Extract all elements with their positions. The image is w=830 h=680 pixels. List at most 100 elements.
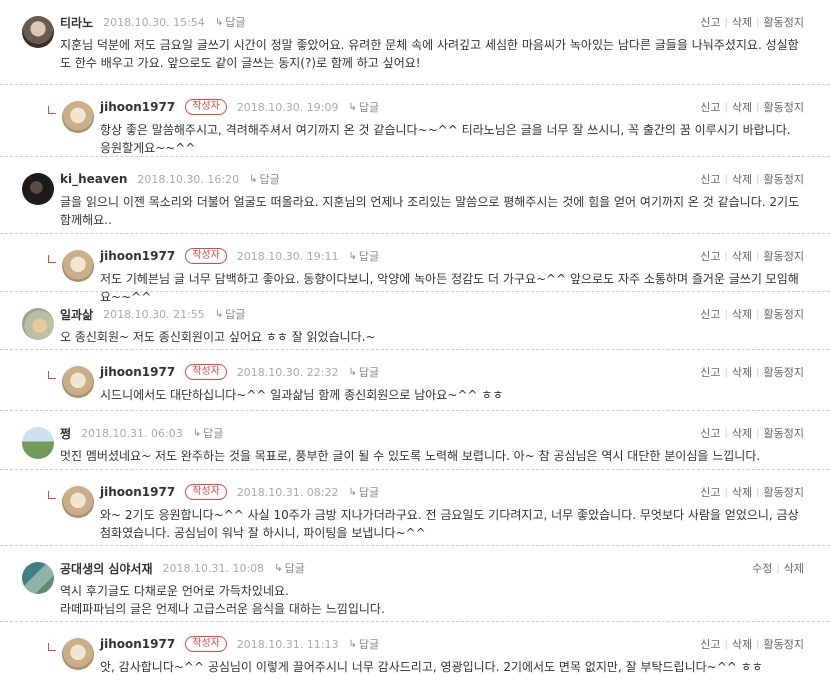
reply-button[interactable]: ↳ 답글 (349, 248, 380, 264)
comment-author[interactable]: 공대생의 심야서재 (60, 560, 153, 577)
comment-date: 2018.10.31. 06:03 (81, 426, 183, 440)
comment-actions: 수정 | 삭제 (752, 560, 804, 576)
comment-date: 2018.10.30. 19:11 (236, 249, 339, 263)
edit-link[interactable]: 수정 (752, 560, 772, 576)
suspend-link[interactable]: 활동정지 (764, 306, 804, 322)
suspend-link[interactable]: 활동정지 (764, 99, 804, 115)
report-link[interactable]: 신고 (700, 306, 720, 322)
author-badge: 작성자 (185, 484, 227, 500)
reply-indent-icon (48, 643, 56, 651)
report-link[interactable]: 신고 (700, 171, 720, 187)
comment-date: 2018.10.30. 16:20 (137, 172, 240, 186)
comment-date: 2018.10.30. 22:32 (236, 365, 339, 379)
comment-author[interactable]: 일과삶 (60, 306, 93, 323)
comment-date: 2018.10.31. 10:08 (162, 561, 265, 575)
comment-author[interactable]: jihoon1977 (100, 249, 175, 263)
comment-item: 티라노 2018.10.30. 15:54 ↳ 답글 신고 | 삭제 | 활동정지 지훈님… (0, 0, 830, 85)
comment-actions: 신고 | 삭제 | 활동정지 (700, 425, 804, 441)
delete-link[interactable]: 삭제 (732, 99, 752, 115)
report-link[interactable]: 신고 (700, 636, 720, 652)
reply-indent-icon (48, 491, 56, 499)
reply-arrow-icon: ↳ (192, 427, 202, 439)
reply-button[interactable]: ↳ 답글 (249, 171, 280, 187)
reply-button[interactable]: ↳ 답글 (349, 364, 380, 380)
reply-item: jihoon1977 작성자 2018.10.31. 11:13 ↳ 답글 신고 |… (0, 622, 830, 680)
comment-author[interactable]: jihoon1977 (100, 365, 175, 379)
avatar[interactable] (22, 427, 54, 459)
comment-author[interactable]: jihoon1977 (100, 485, 175, 499)
reply-button[interactable]: ↳ 답글 (274, 560, 305, 576)
reply-item: jihoon1977 작성자 2018.10.31. 08:22 ↳ 답글 신고 |… (0, 470, 830, 546)
reply-button[interactable]: ↳ 답글 (349, 99, 380, 115)
avatar[interactable] (62, 366, 94, 398)
comment-actions: 신고 | 삭제 | 활동정지 (700, 248, 804, 264)
reply-arrow-icon: ↳ (348, 250, 357, 262)
author-badge: 작성자 (185, 99, 227, 115)
comment-body: 지훈님 덕분에 저도 금요일 글쓰기 시간이 정말 좋았어요. 유려한 문체 속… (60, 38, 799, 70)
suspend-link[interactable]: 활동정지 (764, 14, 804, 30)
comment-actions: 신고 | 삭제 | 활동정지 (700, 171, 804, 187)
reply-button[interactable]: ↳ 답글 (215, 306, 246, 322)
reply-button[interactable]: ↳ 답글 (349, 484, 380, 500)
comment-item: 일과삶 2018.10.30. 21:55 ↳ 답글 신고 | 삭제 | 활동정지 오 종… (0, 292, 830, 350)
report-link[interactable]: 신고 (700, 425, 720, 441)
suspend-link[interactable]: 활동정지 (764, 248, 804, 264)
delete-link[interactable]: 삭제 (732, 484, 752, 500)
comment-date: 2018.10.31. 08:22 (236, 485, 339, 499)
report-link[interactable]: 신고 (700, 484, 720, 500)
comment-body: 앗, 감사합니다~^^ 공심님이 이렇게 끌어주시니 너무 감사드리고, 영광입… (100, 660, 763, 674)
suspend-link[interactable]: 활동정지 (764, 484, 804, 500)
comment-thread: 티라노 2018.10.30. 15:54 ↳ 답글 신고 | 삭제 | 활동정지 지훈님… (0, 0, 830, 680)
report-link[interactable]: 신고 (700, 99, 720, 115)
delete-link[interactable]: 삭제 (732, 171, 752, 187)
comment-author[interactable]: 쩡 (60, 425, 71, 442)
reply-arrow-icon: ↳ (348, 366, 357, 378)
delete-link[interactable]: 삭제 (732, 364, 752, 380)
comment-date: 2018.10.30. 21:55 (103, 307, 205, 321)
avatar[interactable] (22, 562, 54, 594)
reply-arrow-icon: ↳ (348, 486, 357, 498)
comment-body: 글을 읽으니 이젠 목소리와 더불어 얼굴도 떠올라요. 지훈님의 언제나 조리… (60, 195, 800, 227)
suspend-link[interactable]: 활동정지 (764, 364, 804, 380)
comment-item: 쩡 2018.10.31. 06:03 ↳ 답글 신고 | 삭제 | 활동정지 멋진 멤버… (0, 411, 830, 470)
reply-button[interactable]: ↳ 답글 (349, 636, 380, 652)
comment-author[interactable]: 티라노 (60, 14, 93, 31)
reply-arrow-icon: ↳ (249, 173, 258, 185)
report-link[interactable]: 신고 (700, 248, 720, 264)
comment-actions: 신고 | 삭제 | 활동정지 (700, 306, 804, 322)
delete-link[interactable]: 삭제 (732, 425, 752, 441)
delete-link[interactable]: 삭제 (732, 248, 752, 264)
reply-arrow-icon: ↳ (348, 101, 357, 113)
comment-actions: 신고 | 삭제 | 활동정지 (700, 99, 804, 115)
report-link[interactable]: 신고 (700, 14, 720, 30)
comment-author[interactable]: ki_heaven (60, 172, 127, 186)
delete-link[interactable]: 삭제 (732, 306, 752, 322)
reply-arrow-icon: ↳ (214, 16, 224, 28)
avatar[interactable] (22, 308, 54, 340)
delete-link[interactable]: 삭제 (732, 14, 752, 30)
reply-button[interactable]: ↳ 답글 (193, 425, 224, 441)
comment-author[interactable]: jihoon1977 (100, 637, 175, 651)
avatar[interactable] (22, 173, 54, 205)
comment-actions: 신고 | 삭제 | 활동정지 (700, 484, 804, 500)
comment-body: 멋진 멤버셨네요~ 저도 완주하는 것을 목표로, 풍부한 글이 될 수 있도록… (60, 449, 761, 463)
comment-body: 시드니에서도 대단하십니다~^^ 일과삶님 함께 종신회원으로 남아요~^^ ㅎ… (100, 388, 504, 402)
delete-link[interactable]: 삭제 (784, 560, 804, 576)
suspend-link[interactable]: 활동정지 (764, 425, 804, 441)
reply-item: jihoon1977 작성자 2018.10.30. 19:11 ↳ 답글 신고 |… (0, 234, 830, 304)
report-link[interactable]: 신고 (700, 364, 720, 380)
avatar[interactable] (62, 250, 94, 282)
suspend-link[interactable]: 활동정지 (764, 171, 804, 187)
comment-author[interactable]: jihoon1977 (100, 100, 175, 114)
reply-indent-icon (48, 255, 56, 263)
avatar[interactable] (22, 16, 54, 48)
reply-button[interactable]: ↳ 답글 (215, 14, 246, 30)
avatar[interactable] (62, 638, 94, 670)
comment-date: 2018.10.30. 19:09 (236, 100, 339, 114)
delete-link[interactable]: 삭제 (732, 636, 752, 652)
avatar[interactable] (62, 486, 94, 518)
avatar[interactable] (62, 101, 94, 133)
suspend-link[interactable]: 활동정지 (764, 636, 804, 652)
reply-arrow-icon: ↳ (274, 562, 283, 574)
comment-body: 항상 좋은 말씀해주시고, 격려해주셔서 여기까지 온 것 같습니다~~^^ 티… (100, 123, 791, 155)
